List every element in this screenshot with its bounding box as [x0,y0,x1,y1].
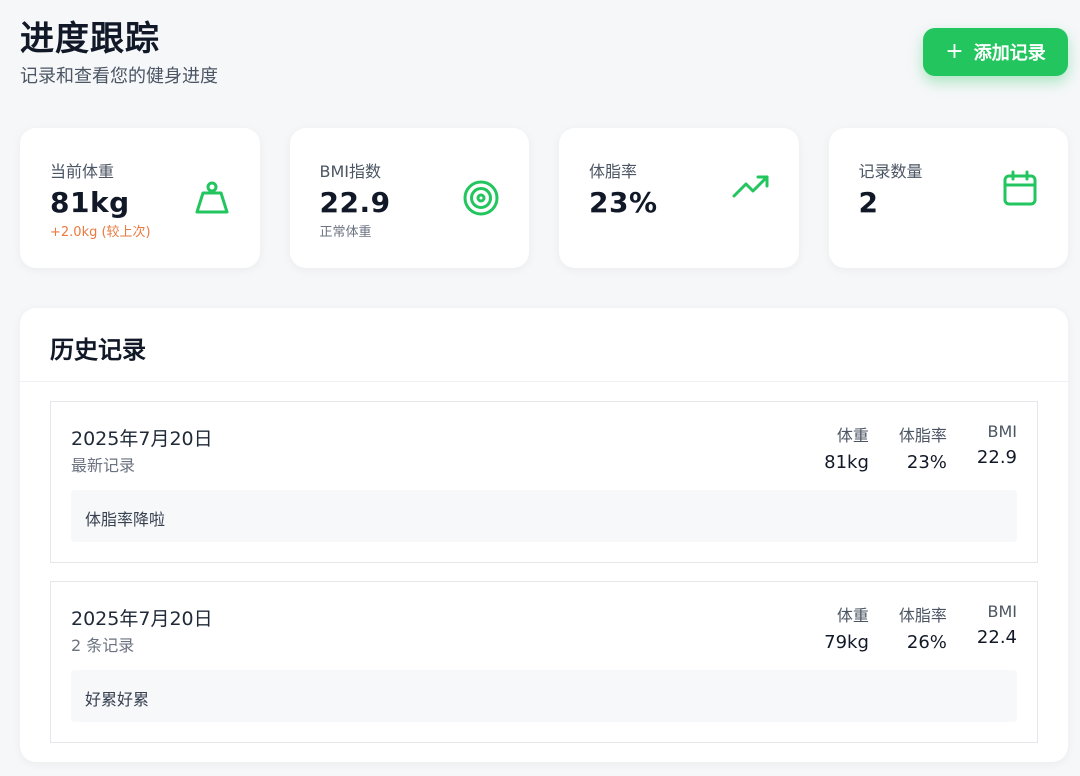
metric-label: 体重 [836,606,869,625]
metric-label: 体脂率 [898,426,947,445]
record-date: 2025年7月20日 [71,428,213,450]
metric-label: BMI [987,422,1018,441]
stat-card-body-fat: 体脂率 23% [559,128,799,268]
metric-bmi: BMI 22.4 [977,602,1017,653]
plus-icon: + [945,39,964,64]
stat-card-bmi: BMI指数 22.9 正常体重 [289,128,529,268]
page-header: 进度跟踪 记录和查看您的健身进度 [20,18,218,88]
metric-value: 26% [906,632,947,653]
record-note: 体脂率降啦 [71,490,1017,542]
progress-page: 进度跟踪 记录和查看您的健身进度 + 添加记录 当前体重 81kg +2.0kg… [0,0,1080,776]
metric-value: 23% [906,452,947,473]
metric-bmi: BMI 22.9 [977,422,1017,473]
history-record[interactable]: 2025年7月20日 最新记录 体重 81kg 体脂率 23% BMI 22.9… [50,401,1038,563]
metric-label: 体脂率 [898,606,947,625]
add-record-label: 添加记录 [973,43,1046,64]
trending-up-icon [732,175,768,198]
metric-value: 79kg [824,632,869,653]
record-metrics: 体重 81kg 体脂率 23% BMI 22.9 [824,422,1017,473]
page-subtitle: 记录和查看您的健身进度 [20,66,218,87]
record-note: 好累好累 [71,670,1017,722]
calendar-icon [1003,170,1037,206]
history-title: 历史记录 [20,308,1068,382]
page-title: 进度跟踪 [20,19,160,59]
metric-value: 22.4 [976,627,1017,648]
history-panel: 历史记录 2025年7月20日 最新记录 体重 81kg 体脂率 23% BMI… [20,308,1068,762]
stats-row: 当前体重 81kg +2.0kg (较上次) BMI指数 22.9 正常体重 体… [20,128,1068,268]
history-record[interactable]: 2025年7月20日 2 条记录 体重 79kg 体脂率 26% BMI 22.… [50,581,1038,743]
stat-card-record-count: 记录数量 2 [828,128,1068,268]
record-date: 2025年7月20日 [71,608,213,630]
metric-body-fat: 体脂率 23% [899,422,947,473]
add-record-button[interactable]: + 添加记录 [923,28,1068,76]
metric-body-fat: 体脂率 26% [899,602,947,653]
stat-card-weight: 当前体重 81kg +2.0kg (较上次) [20,128,260,268]
metric-value: 81kg [824,452,869,473]
stat-change: +2.0kg (较上次) [50,225,151,240]
record-tag: 最新记录 [71,456,136,475]
metric-label: BMI [987,602,1018,621]
record-metrics: 体重 79kg 体脂率 26% BMI 22.4 [824,602,1017,653]
metric-label: 体重 [836,426,869,445]
metric-weight: 体重 81kg [824,422,869,473]
target-icon [463,180,499,216]
stat-status: 正常体重 [319,225,372,240]
metric-value: 22.9 [976,447,1017,468]
weight-icon [195,181,228,214]
record-tag: 2 条记录 [71,636,135,655]
metric-weight: 体重 79kg [824,602,869,653]
